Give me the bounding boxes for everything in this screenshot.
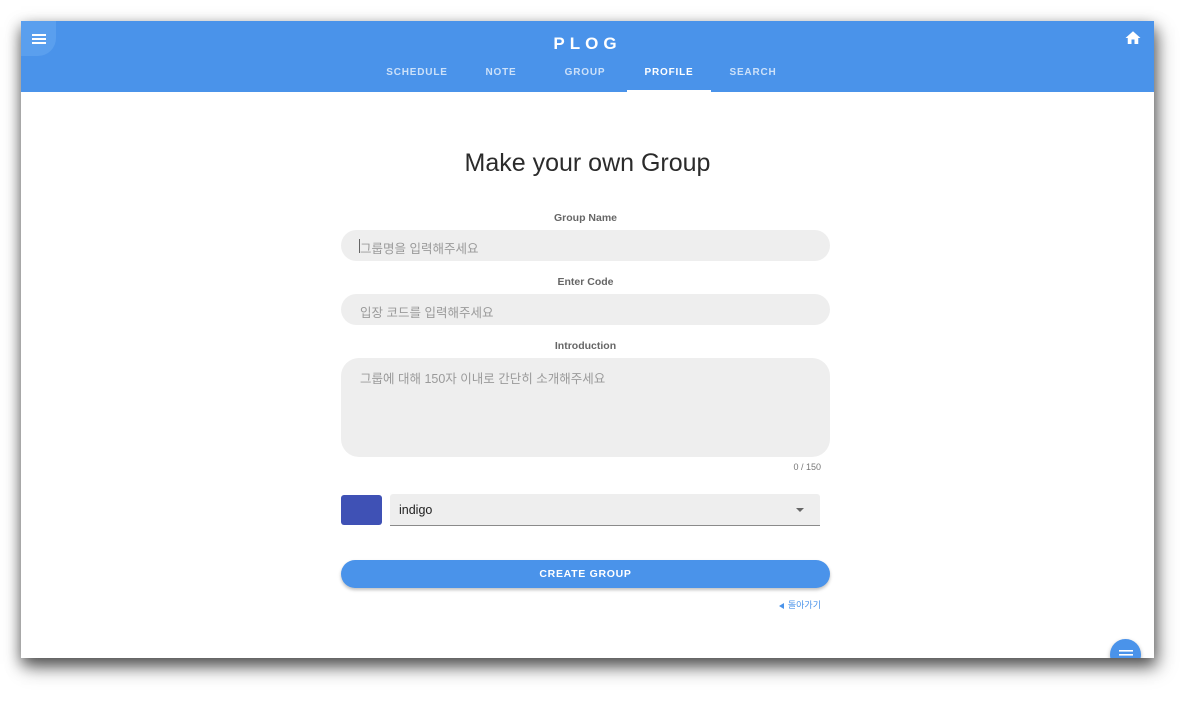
create-group-button[interactable]: CREATE GROUP: [341, 560, 830, 588]
tab-search[interactable]: SEARCH: [711, 60, 795, 92]
back-link[interactable]: 돌아가기: [761, 598, 821, 611]
tab-note[interactable]: NOTE: [459, 60, 543, 92]
color-select[interactable]: indigo: [390, 494, 820, 526]
back-arrow-icon: [778, 602, 784, 609]
code-placeholder: 입장 코드를 입력해주세요: [360, 306, 494, 320]
character-counter: 0 / 150: [793, 462, 821, 472]
code-input[interactable]: 입장 코드를 입력해주세요: [341, 294, 830, 325]
color-swatch[interactable]: [341, 495, 382, 525]
group-name-label: Group Name: [553, 212, 617, 224]
floating-menu-button[interactable]: [1110, 639, 1141, 658]
introduction-placeholder: 그룹에 대해 150자 이내로 간단히 소개해주세요: [360, 372, 606, 386]
app-brand: PLOG: [553, 34, 622, 53]
app-window: PLOG SCHEDULE NOTE GROUP PROFILE SEARCH …: [21, 21, 1154, 658]
group-name-placeholder: 그룹명을 입력해주세요: [360, 242, 479, 256]
tab-schedule[interactable]: SCHEDULE: [375, 60, 459, 92]
nav-tabs: SCHEDULE NOTE GROUP PROFILE SEARCH: [21, 60, 1154, 92]
code-label: Enter Code: [557, 276, 614, 288]
tab-profile[interactable]: PROFILE: [627, 60, 711, 92]
page-title: Make your own Group: [464, 149, 711, 177]
introduction-label: Introduction: [554, 340, 617, 352]
chevron-down-icon: [796, 508, 804, 512]
menu-lines-icon: [1118, 649, 1133, 658]
group-name-input[interactable]: 그룹명을 입력해주세요: [341, 230, 830, 261]
color-select-value: indigo: [399, 503, 433, 517]
home-icon: [1125, 31, 1141, 44]
introduction-textarea[interactable]: 그룹에 대해 150자 이내로 간단히 소개해주세요: [341, 358, 830, 457]
back-link-label: 돌아가기: [787, 600, 821, 610]
tab-group[interactable]: GROUP: [543, 60, 627, 92]
app-bar: PLOG SCHEDULE NOTE GROUP PROFILE SEARCH: [21, 21, 1154, 92]
home-button[interactable]: [1124, 29, 1142, 47]
